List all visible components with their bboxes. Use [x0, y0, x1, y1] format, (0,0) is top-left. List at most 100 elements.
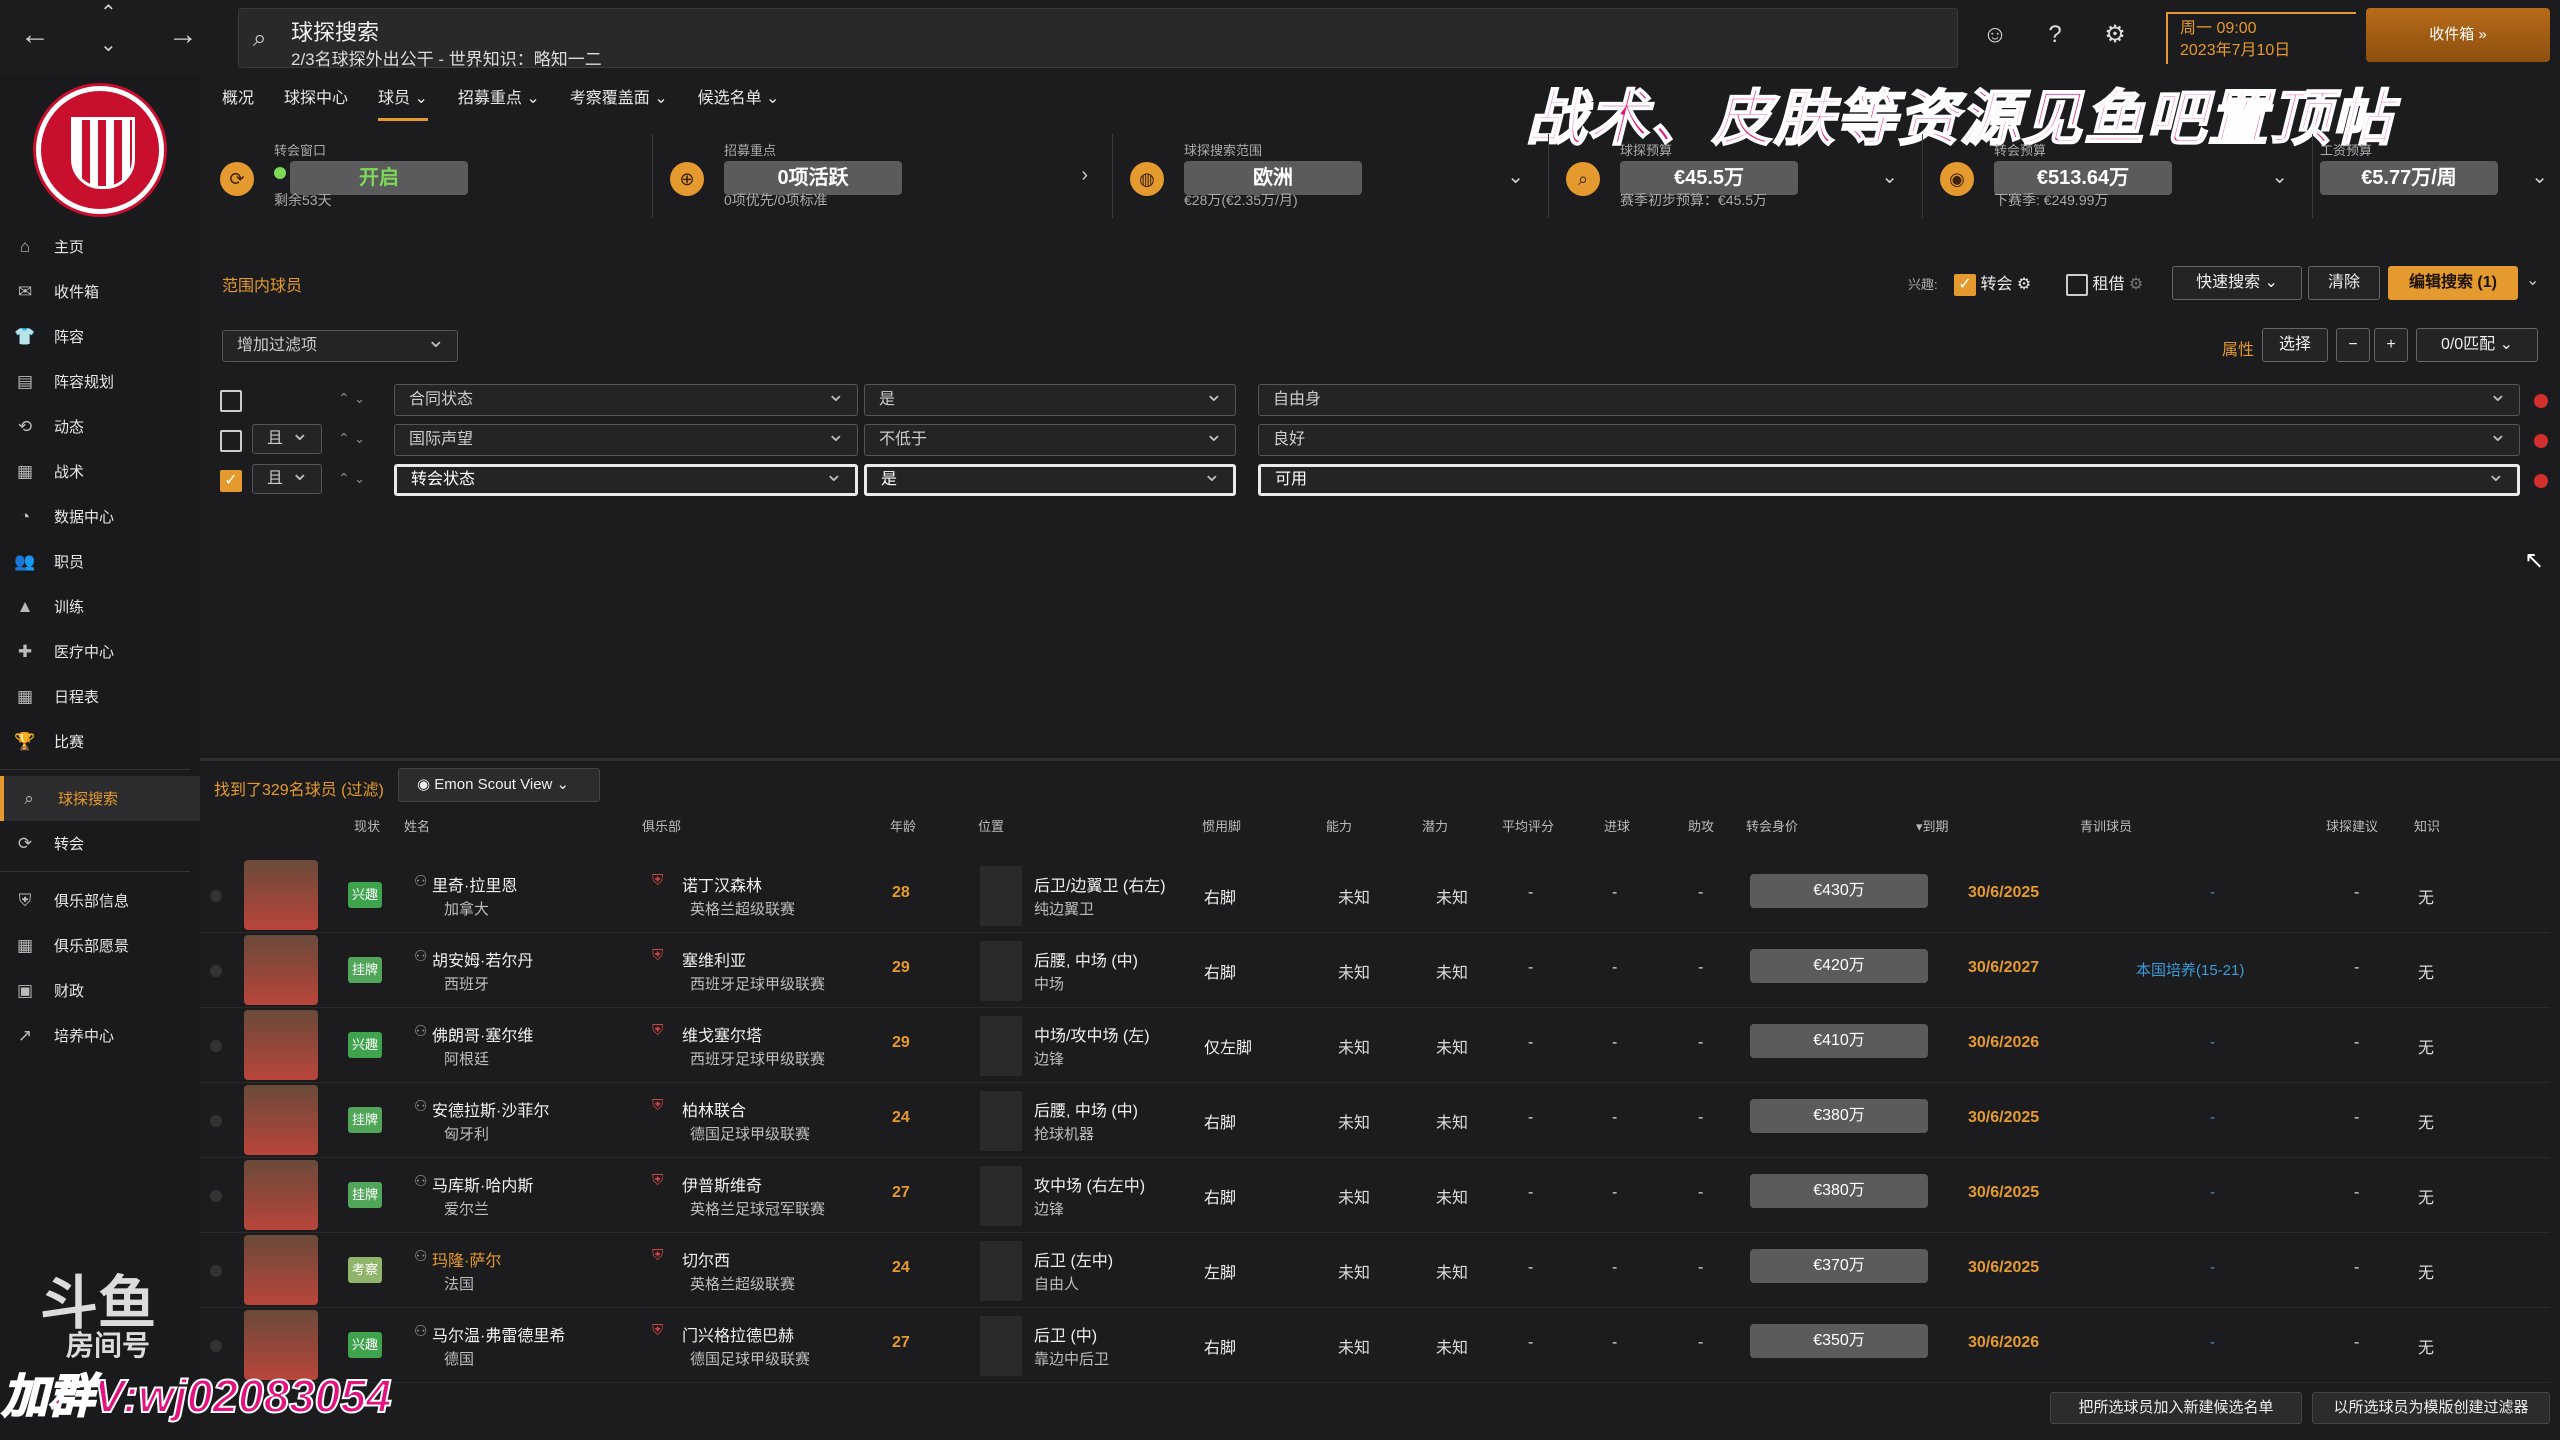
column-header[interactable]: 现状 [354, 816, 380, 835]
remove-filter-icon[interactable] [2534, 434, 2548, 448]
select-button[interactable]: 选择 [2262, 328, 2328, 362]
settings-icon[interactable]: ⚙ [2129, 276, 2143, 293]
sidebar-item-4[interactable]: ⟲ 动态 [0, 404, 200, 449]
column-header[interactable]: 转会身价 [1746, 816, 1798, 835]
sidebar-item-13[interactable]: ⟳ 转会 [0, 821, 200, 866]
column-header[interactable]: 姓名 [404, 816, 430, 835]
table-row[interactable]: 兴趣 ⚇ 佛朗哥·塞尔维 阿根廷 ⛨ 维戈塞尔塔 西班牙足球甲级联赛 29 中场/攻中场 (左)… [200, 1008, 2550, 1083]
table-row[interactable]: 考察 ⚇ 玛隆·萨尔 法国 ⛨ 切尔西 英格兰超级联赛 24 后卫 (左中) 自由人 左脚 未知 未知 -… [200, 1233, 2550, 1308]
stat-4[interactable]: ◉ 转会预算 €513.64万 下赛季: €249.99万 ⌄ [1930, 134, 2300, 218]
reorder-arrows-icon[interactable]: ⌃ ⌄ [338, 470, 365, 487]
sidebar-item-15[interactable]: ▦ 俱乐部愿景 [0, 923, 200, 968]
stat-1[interactable]: ⊕ 招募重点 0项活跃 0项优先/0项标准 › [660, 134, 1100, 218]
inbox-continue-button[interactable]: 收件箱 » [2366, 8, 2550, 62]
row-select-radio[interactable] [210, 965, 222, 977]
chevron-icon[interactable]: ⌄ [2531, 164, 2548, 189]
quick-search-button[interactable]: 快速搜索 ⌄ [2172, 266, 2302, 300]
filter-checkbox[interactable] [220, 430, 242, 452]
row-select-radio[interactable] [210, 1340, 222, 1352]
view-selector[interactable]: ◉ Emon Scout View ⌄ [398, 768, 600, 802]
tab-2[interactable]: 球员 ⌄ [378, 84, 428, 121]
filter-field-dropdown[interactable]: 国际声望 [394, 419, 858, 456]
sidebar-item-1[interactable]: ✉ 收件箱 [0, 269, 200, 314]
remove-filter-icon[interactable] [2534, 474, 2548, 488]
club-logo[interactable] [36, 86, 164, 214]
player-name[interactable]: 胡安姆·若尔丹 [432, 947, 533, 971]
settings-icon[interactable]: ⚙ [2017, 276, 2031, 293]
plus-button[interactable]: + [2374, 328, 2408, 362]
column-header[interactable]: 知识 [2414, 816, 2440, 835]
sidebar-item-11[interactable]: 🏆 比赛 [0, 719, 200, 764]
row-select-radio[interactable] [210, 1190, 222, 1202]
loan-toggle[interactable]: 租借 ⚙ [2066, 270, 2143, 296]
column-header[interactable]: ▾到期 [1916, 816, 1949, 835]
table-row[interactable]: 兴趣 ⚇ 里奇·拉里恩 加拿大 ⛨ 诺丁汉森林 英格兰超级联赛 28 后卫/边翼卫 (右左) 纯边… [200, 858, 2550, 933]
transfer-checkbox[interactable]: ✓ [1954, 273, 1976, 296]
up-arrow-icon[interactable]: ⌃ [100, 0, 117, 25]
clear-button[interactable]: 清除 [2308, 266, 2380, 300]
reorder-arrows-icon[interactable]: ⌃ ⌄ [338, 390, 365, 407]
create-filter-button[interactable]: 以所选球员为模版创建过滤器 [2312, 1392, 2550, 1424]
club-name[interactable]: 诺丁汉森林 [682, 872, 762, 896]
brain-icon[interactable]: ☺ [1980, 20, 2010, 50]
filter-checkbox[interactable] [220, 390, 242, 412]
club-name[interactable]: 柏林联合 [682, 1097, 746, 1121]
gear-icon[interactable]: ⚙ [2100, 20, 2130, 50]
remove-filter-icon[interactable] [2534, 394, 2548, 408]
player-name[interactable]: 玛隆·萨尔 [432, 1247, 501, 1271]
filter-value-dropdown[interactable]: 自由身 [1258, 379, 2520, 416]
club-name[interactable]: 切尔西 [682, 1247, 730, 1271]
filter-field-dropdown[interactable]: 转会状态 [394, 461, 858, 496]
sidebar-item-2[interactable]: 👕 阵容 [0, 314, 200, 359]
global-search-bar[interactable]: ⌕ 球探搜索 2/3名球探外出公干 - 世界知识：略知一二 [238, 8, 1958, 69]
sidebar-item-12[interactable]: ⌕ 球探搜索 [0, 776, 200, 821]
sidebar-item-16[interactable]: ▣ 财政 [0, 968, 200, 1013]
tab-0[interactable]: 概况 [222, 84, 254, 121]
column-header[interactable]: 进球 [1604, 816, 1630, 835]
column-header[interactable]: 助攻 [1688, 816, 1714, 835]
sidebar-item-6[interactable]: ◔ 数据中心 [0, 494, 200, 539]
row-select-radio[interactable] [210, 890, 222, 902]
chevron-down-icon[interactable]: ⌄ [2526, 270, 2539, 290]
filter-operator-dropdown[interactable]: 是 [864, 379, 1236, 416]
edit-search-button[interactable]: 编辑搜索 (1) [2388, 266, 2518, 300]
row-select-radio[interactable] [210, 1115, 222, 1127]
table-row[interactable]: 挂牌 ⚇ 安德拉斯·沙菲尔 匈牙利 ⛨ 柏林联合 德国足球甲级联赛 24 后腰, 中场 (中) 抢… [200, 1083, 2550, 1158]
stat-0[interactable]: ⟳ 转会窗口 开启 剩余53天 [210, 134, 640, 218]
column-header[interactable]: 年龄 [890, 816, 916, 835]
match-dropdown[interactable]: 0/0匹配 ⌄ [2416, 328, 2538, 362]
sidebar-item-9[interactable]: ✚ 医疗中心 [0, 629, 200, 674]
tab-5[interactable]: 候选名单 ⌄ [698, 84, 780, 121]
add-to-shortlist-button[interactable]: 把所选球员加入新建候选名单 [2050, 1392, 2302, 1424]
sidebar-item-14[interactable]: ⛨ 俱乐部信息 [0, 878, 200, 923]
minus-button[interactable]: − [2336, 328, 2370, 362]
row-select-radio[interactable] [210, 1040, 222, 1052]
table-row[interactable]: 挂牌 ⚇ 马库斯·哈内斯 爱尔兰 ⛨ 伊普斯维奇 英格兰足球冠军联赛 27 攻中场 (右左中) 边… [200, 1158, 2550, 1233]
sidebar-item-5[interactable]: ▦ 战术 [0, 449, 200, 494]
date-display[interactable]: 周一 09:00 2023年7月10日 [2166, 12, 2356, 64]
row-select-radio[interactable] [210, 1265, 222, 1277]
filter-value-dropdown[interactable]: 可用 [1258, 461, 2520, 496]
filter-value-dropdown[interactable]: 良好 [1258, 419, 2520, 456]
column-header[interactable]: 潜力 [1422, 816, 1448, 835]
column-header[interactable]: 能力 [1326, 816, 1352, 835]
club-name[interactable]: 伊普斯维奇 [682, 1172, 762, 1196]
tab-3[interactable]: 招募重点 ⌄ [458, 84, 540, 121]
tab-4[interactable]: 考察覆盖面 ⌄ [570, 84, 668, 121]
sidebar-item-7[interactable]: 👥 职员 [0, 539, 200, 584]
logic-dropdown[interactable]: 且 [252, 419, 322, 454]
column-header[interactable]: 球探建议 [2326, 816, 2378, 835]
stat-3[interactable]: ⌕ 球探预算 €45.5万 赛季初步预算：€45.5万 ⌄ [1556, 134, 1910, 218]
filter-operator-dropdown[interactable]: 是 [864, 461, 1236, 496]
tab-1[interactable]: 球探中心 [284, 84, 348, 121]
loan-checkbox[interactable] [2066, 273, 2088, 296]
chevron-icon[interactable]: ⌄ [2271, 164, 2288, 189]
player-name[interactable]: 马库斯·哈内斯 [432, 1172, 533, 1196]
chevron-icon[interactable]: › [1081, 164, 1088, 187]
player-name[interactable]: 佛朗哥·塞尔维 [432, 1022, 533, 1046]
chevron-icon[interactable]: ⌄ [1881, 164, 1898, 189]
filter-field-dropdown[interactable]: 合同状态 [394, 379, 858, 416]
player-name[interactable]: 安德拉斯·沙菲尔 [432, 1097, 549, 1121]
reorder-arrows-icon[interactable]: ⌃ ⌄ [338, 430, 365, 447]
club-name[interactable]: 维戈塞尔塔 [682, 1022, 762, 1046]
